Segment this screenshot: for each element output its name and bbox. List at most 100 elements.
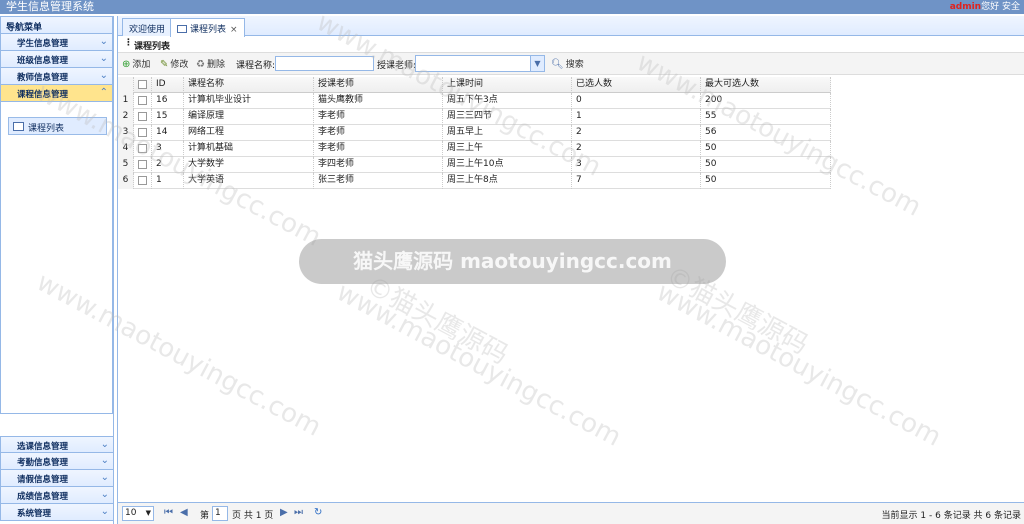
first-page-icon[interactable]: ⏮ xyxy=(164,507,173,518)
chevron-down-icon[interactable]: ▼ xyxy=(146,507,151,520)
table-row[interactable]: 3 14 网络工程 李老师 周五早上 2 56 xyxy=(118,125,831,141)
menu-leave[interactable]: 请假信息管理 ⌄ xyxy=(0,470,114,487)
menu-course-selection[interactable]: 选课信息管理 ⌄ xyxy=(0,436,114,453)
last-page-icon[interactable]: ⏭ xyxy=(294,507,303,518)
row-checkbox[interactable] xyxy=(138,96,147,105)
username[interactable]: admin xyxy=(950,2,981,12)
menu-class-management[interactable]: 班级信息管理 ⌄ xyxy=(0,51,113,68)
tab-label: 欢迎使用 xyxy=(129,25,166,35)
table-row[interactable]: 6 1 大学英语 张三老师 周三上午8点 7 50 xyxy=(118,173,831,189)
row-checkbox[interactable] xyxy=(138,160,147,169)
row-checkbox[interactable] xyxy=(138,176,147,185)
edit-label: 修改 xyxy=(170,60,189,70)
menu-system[interactable]: 系统管理 ⌄ xyxy=(0,504,114,521)
tab-welcome[interactable]: 欢迎使用 xyxy=(122,18,173,36)
cell-time: 周三上午8点 xyxy=(443,173,572,189)
row-checkbox[interactable] xyxy=(138,112,147,121)
add-label: 添加 xyxy=(132,60,151,70)
chevron-up-icon[interactable]: ⌃ xyxy=(100,87,108,98)
tab-course-list[interactable]: 课程列表 × xyxy=(170,18,245,37)
chevron-down-icon[interactable]: ⌄ xyxy=(101,506,109,517)
menu-course-management[interactable]: 课程信息管理 ⌃ xyxy=(0,85,113,102)
cell-teacher: 李老师 xyxy=(314,141,443,157)
next-page-icon[interactable]: ▶ xyxy=(280,507,288,518)
row-number: 2 xyxy=(118,109,134,125)
cell-course-name: 大学英语 xyxy=(184,173,314,189)
cell-max-count: 55 xyxy=(701,109,831,125)
chevron-down-icon[interactable]: ⌄ xyxy=(101,489,109,500)
select-all-checkbox[interactable] xyxy=(138,80,147,89)
cell-teacher: 李四老师 xyxy=(314,157,443,173)
menu-label: 系统管理 xyxy=(17,509,52,519)
table-row[interactable]: 5 2 大学数学 李四老师 周三上午10点 3 50 xyxy=(118,157,831,173)
cell-teacher: 李老师 xyxy=(314,109,443,125)
search-icon: 🔍︎ xyxy=(551,59,564,70)
chevron-down-icon[interactable]: ⌄ xyxy=(100,70,108,81)
menu-label: 教师信息管理 xyxy=(17,73,69,83)
col-course-name[interactable]: 课程名称 xyxy=(184,77,314,93)
search-label: 搜索 xyxy=(565,60,584,70)
collapse-sidebar-icon[interactable]: « xyxy=(6,20,108,31)
row-checkbox-cell xyxy=(134,109,152,125)
col-teacher[interactable]: 授课老师 xyxy=(314,77,443,93)
row-checkbox-cell xyxy=(134,125,152,141)
sidebar-header: 导航菜单 « xyxy=(0,16,113,34)
chevron-down-icon[interactable]: ⌄ xyxy=(100,36,108,47)
cell-selected-count: 2 xyxy=(572,141,701,157)
row-checkbox-cell xyxy=(134,157,152,173)
menu-student-management[interactable]: 学生信息管理 ⌄ xyxy=(0,34,113,51)
col-max-count[interactable]: 最大可选人数 xyxy=(701,77,831,93)
tab-bar: 欢迎使用 课程列表 × xyxy=(118,16,1024,37)
cell-id: 16 xyxy=(152,93,184,109)
menu-label: 班级信息管理 xyxy=(17,56,69,66)
sidebar-bottom-menu: 选课信息管理 ⌄ 考勤信息管理 ⌄ 请假信息管理 ⌄ 成绩信息管理 ⌄ 系统管理… xyxy=(0,436,114,521)
page-input[interactable]: 1 xyxy=(212,506,228,521)
page-suffix: 页 共 1 页 xyxy=(232,511,274,521)
sidebar: 导航菜单 « 学生信息管理 ⌄ 班级信息管理 ⌄ 教师信息管理 ⌄ 课程信息管理… xyxy=(0,16,114,524)
prev-page-icon[interactable]: ◀ xyxy=(180,507,188,518)
cell-course-name: 计算机基础 xyxy=(184,141,314,157)
submenu-course-list[interactable]: 课程列表 xyxy=(8,117,107,135)
col-selected-count[interactable]: 已选人数 xyxy=(572,77,701,93)
col-id[interactable]: ID xyxy=(152,77,184,93)
security-link[interactable]: 安全 xyxy=(1002,2,1020,12)
row-checkbox[interactable] xyxy=(138,128,147,137)
col-time[interactable]: 上课时间 xyxy=(443,77,572,93)
select-all-checkbox-cell xyxy=(134,77,152,93)
row-checkbox[interactable] xyxy=(138,144,147,153)
cell-max-count: 50 xyxy=(701,173,831,189)
refresh-icon[interactable]: ↻ xyxy=(314,507,322,518)
table-row[interactable]: 4 3 计算机基础 李老师 周三上午 2 50 xyxy=(118,141,831,157)
table-header: ID 课程名称 授课老师 上课时间 已选人数 最大可选人数 xyxy=(118,77,831,93)
menu-label: 考勤信息管理 xyxy=(17,458,69,468)
row-number: 4 xyxy=(118,141,134,157)
course-name-input[interactable] xyxy=(275,56,374,71)
watermark-banner: 猫头鹰源码 maotouyingcc.com xyxy=(299,239,726,284)
edit-button[interactable]: ✎ 修改 xyxy=(160,57,188,70)
menu-grades[interactable]: 成绩信息管理 ⌄ xyxy=(0,487,114,504)
cell-selected-count: 3 xyxy=(572,157,701,173)
teacher-select[interactable]: ▼ xyxy=(415,55,545,72)
window-icon xyxy=(177,25,187,33)
course-table: ID 课程名称 授课老师 上课时间 已选人数 最大可选人数 1 16 计算机毕业设计… xyxy=(118,77,831,189)
chevron-down-icon[interactable]: ⌄ xyxy=(101,472,109,483)
menu-label: 学生信息管理 xyxy=(17,39,69,49)
chevron-down-icon[interactable]: ⌄ xyxy=(101,455,109,466)
cell-selected-count: 7 xyxy=(572,173,701,189)
page-size-select[interactable]: 10 ▼ xyxy=(122,506,154,521)
menu-teacher-management[interactable]: 教师信息管理 ⌄ xyxy=(0,68,113,85)
chevron-down-icon[interactable]: ⌄ xyxy=(100,53,108,64)
delete-button[interactable]: ♻ 删除 xyxy=(196,57,225,70)
chevron-down-icon[interactable]: ⌄ xyxy=(101,439,109,450)
cell-max-count: 50 xyxy=(701,141,831,157)
chevron-down-icon[interactable]: ▼ xyxy=(530,56,544,71)
add-button[interactable]: ⊕ 添加 xyxy=(122,57,150,70)
delete-label: 删除 xyxy=(206,60,225,70)
search-button[interactable]: 🔍︎ 搜索 xyxy=(551,57,584,70)
table-row[interactable]: 1 16 计算机毕业设计 猫头鹰教师 周五下午3点 0 200 xyxy=(118,93,831,109)
menu-label: 课程信息管理 xyxy=(17,90,69,100)
menu-attendance[interactable]: 考勤信息管理 ⌄ xyxy=(0,453,114,470)
table-row[interactable]: 2 15 编译原理 李老师 周三三四节 1 55 xyxy=(118,109,831,125)
close-icon[interactable]: × xyxy=(230,25,238,35)
table-body: 1 16 计算机毕业设计 猫头鹰教师 周五下午3点 0 200 2 15 编译原理 李老师 周三三四节… xyxy=(118,93,831,189)
